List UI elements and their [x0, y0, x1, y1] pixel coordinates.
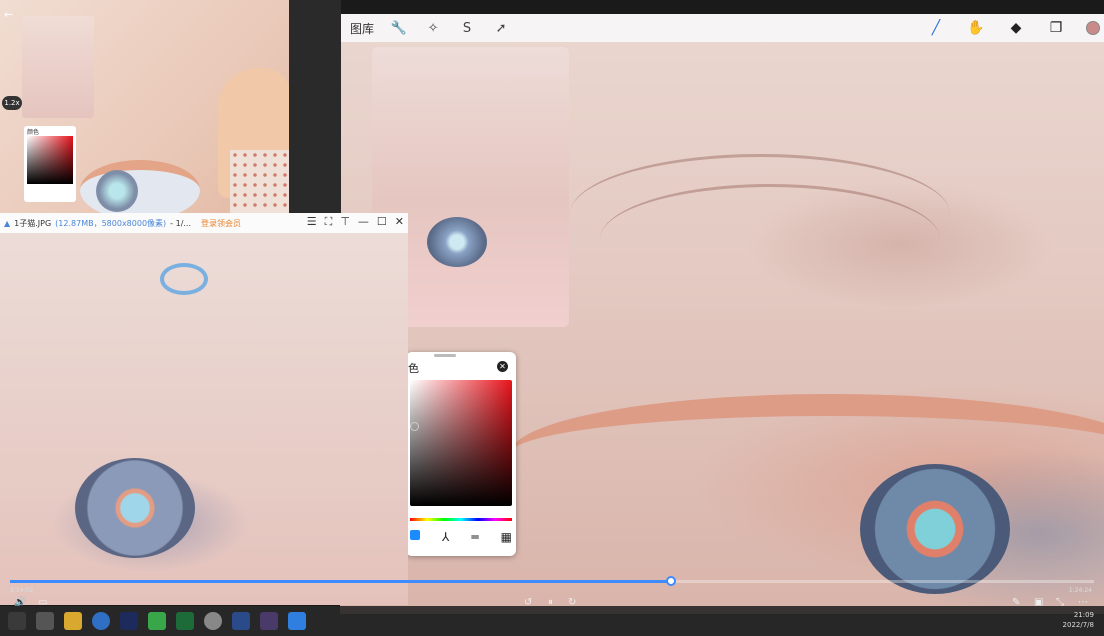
magic-wand-icon[interactable]: ✧ — [424, 19, 442, 37]
clock-date: 2022/7/8 — [1062, 621, 1094, 629]
screen: 图库 🔧 ✧ S ➚ ╱ ✋ ◆ ❐ 色 ✕ ⅄ ═ ▦ 颜色 ← 1.2x ▲… — [0, 0, 1104, 636]
layers-icon[interactable]: ❐ — [1046, 18, 1066, 38]
image-icon: ▲ — [4, 218, 11, 228]
picker-modes: ⅄ ═ ▦ — [410, 530, 512, 544]
drag-handle[interactable] — [434, 354, 456, 357]
mini-picker-title: 颜色 — [27, 129, 40, 136]
smudge-icon[interactable]: ✋ — [966, 18, 986, 38]
classic-mode-icon[interactable]: ⅄ — [442, 530, 449, 544]
brush-icon[interactable]: ╱ — [926, 18, 946, 38]
camera-thumbnail — [22, 16, 94, 118]
disc-mode-icon[interactable] — [410, 530, 420, 540]
viewer-iris — [75, 458, 195, 558]
app-icon[interactable] — [176, 612, 194, 630]
close-icon[interactable]: ✕ — [395, 215, 404, 229]
app-icon[interactable] — [204, 612, 222, 630]
camera-dark-panel — [289, 0, 341, 213]
progress-fill — [10, 580, 672, 583]
camera-mini-picker: 颜色 — [24, 126, 76, 202]
zoom-badge: 1.2x — [2, 96, 22, 110]
file-name: 1子猫.JPG — [14, 218, 52, 228]
color-swatch-button[interactable] — [1086, 21, 1100, 35]
app-icon[interactable] — [260, 612, 278, 630]
back-arrow-icon[interactable]: ← — [4, 8, 13, 21]
eyelid-shape — [510, 394, 1104, 514]
system-clock: 21:09 2022/7/8 — [1063, 610, 1094, 630]
folder-icon[interactable] — [64, 612, 82, 630]
menu-icon[interactable]: ☰ — [307, 215, 317, 229]
taskbar: 21:09 2022/7/8 — [0, 606, 1104, 636]
login-link[interactable]: 登录领会员 — [201, 218, 241, 229]
window-controls: ☰ ⛶ ⊤ — ☐ ✕ — [307, 215, 404, 229]
value-mode-icon[interactable]: ═ — [471, 530, 478, 544]
video-progress-bar[interactable] — [10, 576, 1094, 586]
color-knob[interactable] — [410, 422, 419, 431]
picker-title: 色 — [408, 362, 419, 375]
gallery-button[interactable]: 图库 — [350, 20, 374, 37]
reference-iris — [427, 217, 487, 267]
total-time: 1:24:24 — [1068, 587, 1092, 594]
iris-shape — [860, 464, 1010, 594]
camera-feed: 颜色 ← 1.2x — [0, 0, 341, 213]
hue-slider[interactable] — [410, 518, 512, 521]
close-icon[interactable]: ✕ — [497, 361, 508, 372]
browser-icon[interactable] — [92, 612, 110, 630]
color-picker-panel: 色 ✕ ⅄ ═ ▦ — [406, 352, 516, 556]
task-view-icon[interactable] — [36, 612, 54, 630]
fullscreen-icon[interactable]: ⛶ — [325, 215, 333, 229]
transform-icon[interactable]: ➚ — [492, 19, 510, 37]
viewer-titlebar: ▲ 1子猫.JPG (12.87MB，5800x8000像素) - 1/... … — [0, 213, 408, 233]
procreate-toolbar: 图库 🔧 ✧ S ➚ ╱ ✋ ◆ ❐ — [340, 14, 1104, 42]
sleeve-image — [230, 150, 292, 213]
minimize-icon[interactable]: — — [358, 215, 369, 229]
wrench-icon[interactable]: 🔧 — [390, 19, 408, 37]
mini-color-area — [27, 136, 73, 184]
image-viewer-window: ▲ 1子猫.JPG (12.87MB，5800x8000像素) - 1/... … — [0, 213, 408, 605]
maximize-icon[interactable]: ☐ — [377, 215, 387, 229]
file-meta: (12.87MB，5800x8000像素) — [55, 218, 167, 228]
page-info: - 1/... — [170, 218, 192, 228]
wechat-icon[interactable] — [148, 612, 166, 630]
app-icon[interactable] — [232, 612, 250, 630]
cloud-ornament — [160, 263, 208, 295]
brow-stroke — [600, 184, 940, 294]
eraser-icon[interactable]: ◆ — [1006, 18, 1026, 38]
selection-icon[interactable]: S — [458, 19, 476, 37]
pin-icon[interactable]: ⊤ — [340, 215, 350, 229]
palette-mode-icon[interactable]: ▦ — [501, 530, 512, 544]
start-icon[interactable] — [8, 612, 26, 630]
clock-time: 21:09 — [1073, 611, 1094, 619]
elapsed-time: 2:14:02 — [10, 587, 34, 594]
saturation-value-area[interactable] — [410, 380, 512, 506]
viewer-image[interactable] — [0, 233, 408, 605]
camera-iris — [96, 170, 138, 212]
app-icon[interactable] — [288, 612, 306, 630]
photoshop-icon[interactable] — [120, 612, 138, 630]
